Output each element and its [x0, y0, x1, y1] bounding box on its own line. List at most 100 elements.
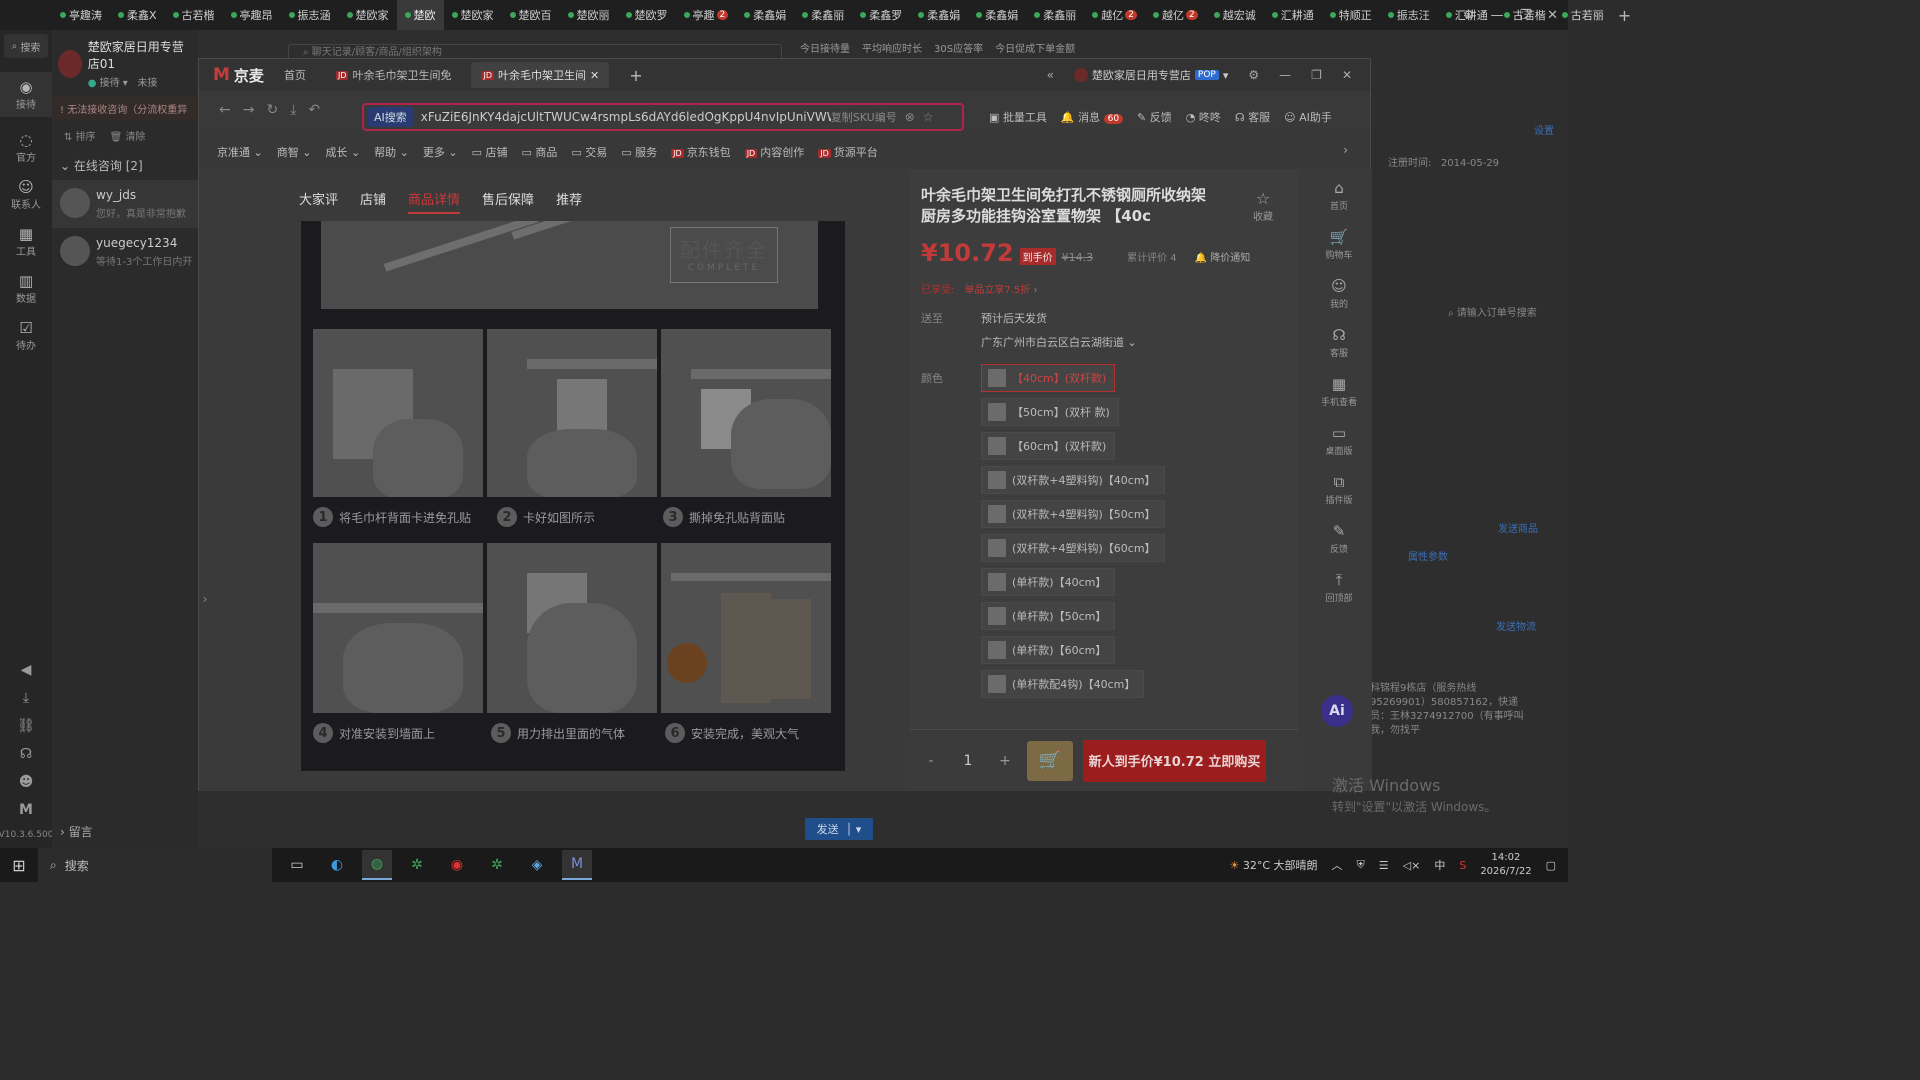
notification-icon[interactable]: ▢ — [1546, 859, 1556, 872]
app-tab[interactable]: 汇耕通 — [1264, 0, 1322, 30]
app-tab[interactable]: 越亿 2 — [1084, 0, 1145, 30]
side-nav-item[interactable]: 🛒 购物车 — [1325, 228, 1352, 269]
app-tab[interactable]: 柔鑫娟 — [736, 0, 794, 30]
color-option[interactable]: (单杆款配4钩)【40cm】 — [981, 670, 1145, 698]
favorite-button[interactable]: ☆ 收藏 — [1253, 189, 1273, 223]
buy-now-button[interactable]: 新人到手价¥10.72 立即购买 — [1083, 739, 1266, 782]
side-nav-item[interactable]: ▭ 桌面版 — [1325, 424, 1352, 465]
app-tab[interactable]: 柔鑫丽 — [1026, 0, 1084, 30]
menu-item[interactable]: 京准通 ⌄ — [217, 144, 263, 160]
menu-item[interactable]: JD 内容创作 — [744, 144, 804, 160]
order-search[interactable]: ⌕ 请输入订单号搜索 — [1448, 304, 1537, 319]
network-icon[interactable]: ☰ — [1379, 859, 1389, 872]
m-logo-icon[interactable]: M — [19, 802, 33, 818]
star-icon[interactable]: ☆ — [923, 110, 934, 124]
app-tab[interactable]: 柔鑫丽 — [794, 0, 852, 30]
volume-icon[interactable]: ◁× — [1403, 859, 1421, 872]
status-receive[interactable]: 接待 — [100, 78, 120, 89]
rail-item-official[interactable]: ◌ 官方 — [0, 131, 52, 164]
qty-minus-button[interactable]: - — [919, 749, 943, 773]
dongdong-button[interactable]: ◔ 咚咚 — [1186, 109, 1221, 125]
app-icon[interactable]: ✲ — [482, 850, 512, 880]
qty-value[interactable]: 1 — [953, 753, 983, 769]
menu-item[interactable]: JD 京东钱包 — [671, 144, 731, 160]
rail-item-todo[interactable]: ☑ 待办 — [0, 319, 52, 352]
jd-tab-home[interactable]: 首页 — [274, 62, 316, 88]
app-tab[interactable]: 振志汪 — [1380, 0, 1438, 30]
product-tab[interactable]: 售后保障 — [482, 189, 534, 214]
clear-icon[interactable]: ⊗ — [905, 110, 915, 124]
side-nav-item[interactable]: ▦ 手机查看 — [1321, 375, 1357, 416]
app-tab[interactable]: 亭趣 2 — [676, 0, 737, 30]
side-nav-item[interactable]: ✎ 反馈 — [1330, 522, 1348, 563]
app-tab[interactable]: 振志涵 — [281, 0, 339, 30]
ai-helper-button[interactable]: ☺ AI助手 — [1284, 109, 1332, 125]
close-icon[interactable]: ✕ — [1342, 68, 1352, 82]
app-tab[interactable]: 楚欧家 — [444, 0, 502, 30]
product-tab[interactable]: 店铺 — [360, 189, 386, 214]
menu-item[interactable]: 更多 ⌄ — [423, 144, 458, 160]
rail-item-contacts[interactable]: ☺ 联系人 — [0, 178, 52, 211]
sort-button[interactable]: ⇅ 排序 — [64, 128, 96, 143]
maximize-icon[interactable]: ❐ — [1311, 68, 1322, 82]
clear-button[interactable]: 🗑 清除 — [110, 128, 146, 143]
color-option[interactable]: 【40cm】(双杆款) — [981, 364, 1116, 392]
promo-value[interactable]: 单品立享7.5折 — [964, 285, 1030, 296]
rail-search[interactable]: ⌕ 搜索 — [4, 34, 48, 58]
side-nav-item[interactable]: ☊ 客服 — [1330, 326, 1348, 367]
headset-icon[interactable]: ☊ — [20, 746, 32, 762]
app-tab[interactable]: 楚欧罗 — [618, 0, 676, 30]
app-tab[interactable]: 楚欧丽 — [560, 0, 618, 30]
send-logistics-link[interactable]: 发送物流 — [1496, 618, 1536, 633]
refresh-icon[interactable]: ↻ — [266, 102, 278, 118]
app-tab[interactable]: 特顺正 — [1322, 0, 1380, 30]
service-button[interactable]: ☊ 客服 — [1235, 109, 1270, 125]
app-icon[interactable]: ✲ — [402, 850, 432, 880]
qty-plus-button[interactable]: + — [993, 749, 1017, 773]
app-tab[interactable]: 越宏诚 — [1206, 0, 1264, 30]
maximize-icon[interactable]: ❐ — [1519, 8, 1531, 23]
weather[interactable]: ☀ 32°C 大部晴朗 — [1229, 857, 1317, 873]
url-input[interactable]: xFuZiE6JnKY4dajcUltTWUCw4rsmpLs6dAYd6led… — [421, 110, 831, 124]
sogou-icon[interactable]: S — [1459, 859, 1466, 872]
menu-item[interactable]: ▭ 服务 — [621, 144, 657, 160]
send-product-link[interactable]: 发送商品 — [1498, 520, 1538, 535]
forward-icon[interactable]: → — [243, 102, 255, 118]
menu-item[interactable]: 成长 ⌄ — [325, 144, 360, 160]
add-to-cart-button[interactable]: 🛒 — [1027, 740, 1073, 781]
close-icon[interactable]: ✕ — [1547, 8, 1558, 23]
task-view-icon[interactable]: ▭ — [282, 850, 312, 880]
color-option[interactable]: (单杆款)【60cm】 — [981, 636, 1116, 664]
price-notify-button[interactable]: 🔔 降价通知 — [1195, 249, 1251, 264]
messages-button[interactable]: 🔔 消息 60 — [1061, 109, 1124, 125]
chat-item[interactable]: wy_jds 您好，真是非常抱歉 — [52, 180, 198, 228]
leave-message[interactable]: › 留言 — [60, 823, 93, 840]
clock[interactable]: 14:02 2026/7/22 — [1480, 851, 1531, 879]
app-tab[interactable]: 柔鑫罗 — [852, 0, 910, 30]
collapse-left-icon[interactable]: « — [1047, 68, 1054, 82]
eval-count[interactable]: 累计评价 4 — [1127, 249, 1177, 264]
online-group-header[interactable]: ⌄ 在线咨询 [2] — [52, 151, 198, 180]
menu-item[interactable]: ▭ 交易 — [571, 144, 607, 160]
taskbar-search[interactable]: ⌕ 搜索 — [38, 848, 272, 882]
product-tab[interactable]: 推荐 — [556, 189, 582, 214]
menu-item[interactable]: ▭ 商品 — [521, 144, 557, 160]
chat-item[interactable]: yuegecy1234 等待1-3个工作日内开 — [52, 228, 198, 276]
jd-tab-product[interactable]: JD 叶余毛巾架卫生间免 — [326, 62, 462, 88]
download-icon[interactable]: ⤓ — [23, 690, 29, 706]
ime-indicator[interactable]: 中 — [1434, 857, 1445, 873]
link-icon[interactable]: ⛓ — [17, 718, 35, 734]
color-option[interactable]: (双杆款+4塑料钩)【40cm】 — [981, 466, 1165, 494]
product-tab[interactable]: 大家评 — [299, 189, 338, 214]
app-tab[interactable]: 楚欧百 — [502, 0, 560, 30]
app-tab[interactable]: 柔鑫X — [110, 0, 165, 30]
product-tab[interactable]: 商品详情 — [408, 189, 461, 214]
app-tab[interactable]: 亭趣昂 — [223, 0, 281, 30]
menu-item[interactable]: ▭ 店铺 — [472, 144, 508, 160]
edge-icon[interactable]: ◐ — [322, 850, 352, 880]
attr-link[interactable]: 属性参数 — [1408, 548, 1448, 563]
location-select[interactable]: 广东广州市白云区白云湖街道 ⌄ — [981, 334, 1137, 350]
menu-item[interactable]: 商智 ⌄ — [277, 144, 312, 160]
address-bar[interactable]: AI搜索 xFuZiE6JnKY4dajcUltTWUCw4rsmpLs6dAY… — [362, 103, 964, 131]
app-tab[interactable]: 楚欧家 — [339, 0, 397, 30]
